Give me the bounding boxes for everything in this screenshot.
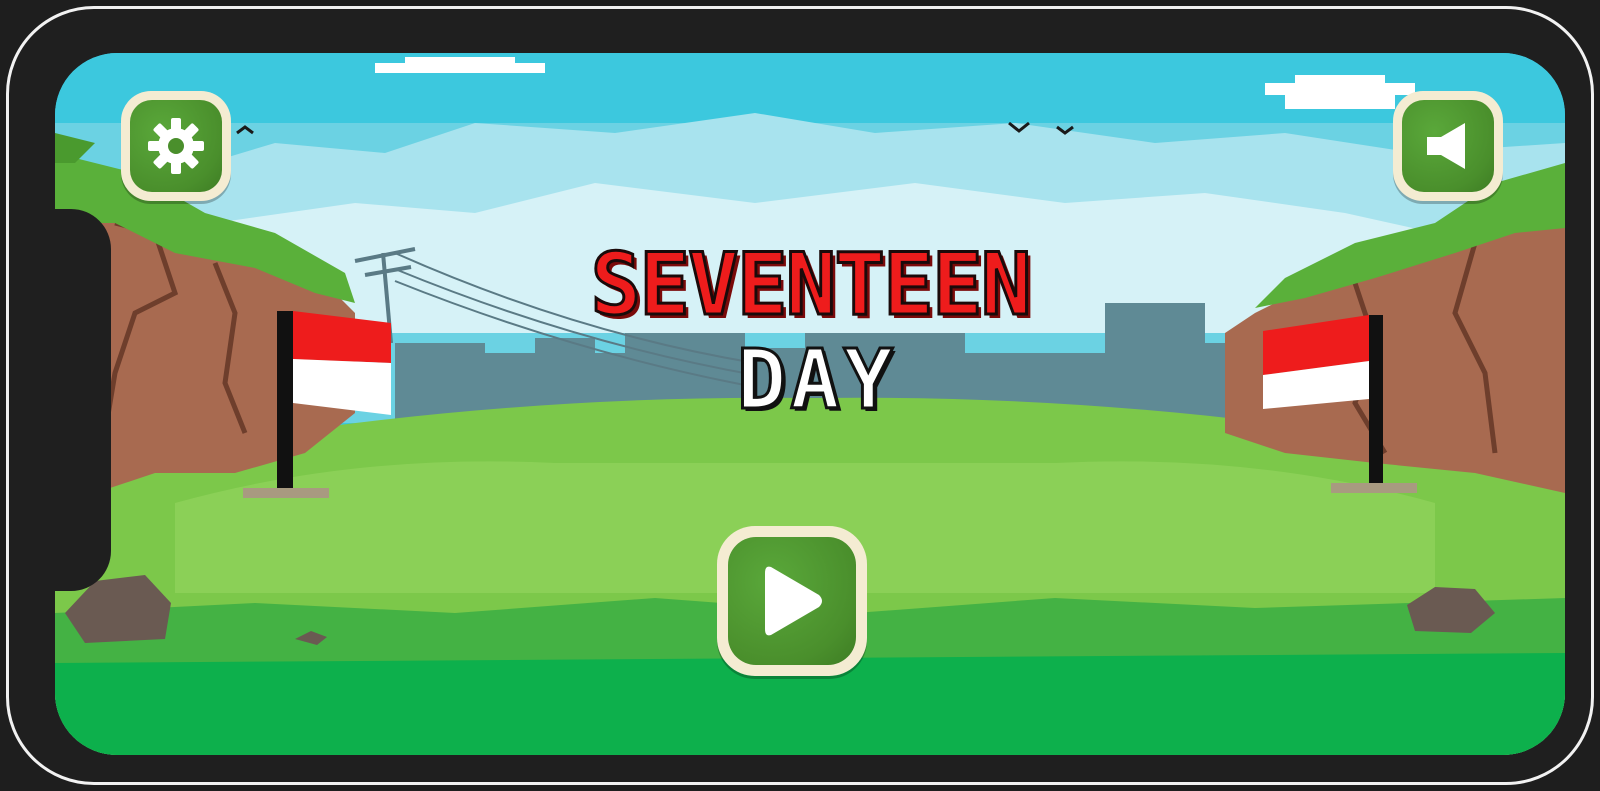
settings-button-face[interactable] <box>130 100 222 192</box>
device-frame: SEVENTEEN DAY <box>6 6 1594 785</box>
play-button-face[interactable] <box>728 537 856 665</box>
device-notch <box>49 209 111 591</box>
sound-button-face[interactable] <box>1402 100 1494 192</box>
gear-icon <box>148 118 204 174</box>
play-icon <box>765 566 822 636</box>
speaker-icon <box>1427 123 1465 169</box>
settings-button[interactable] <box>121 91 231 201</box>
game-screen: SEVENTEEN DAY <box>55 53 1565 755</box>
game-title: SEVENTEEN DAY <box>55 234 1565 430</box>
play-button[interactable] <box>717 526 867 676</box>
title-day: DAY <box>735 332 898 430</box>
sound-button[interactable] <box>1393 91 1503 201</box>
title-seventeen: SEVENTEEN <box>589 234 1033 337</box>
